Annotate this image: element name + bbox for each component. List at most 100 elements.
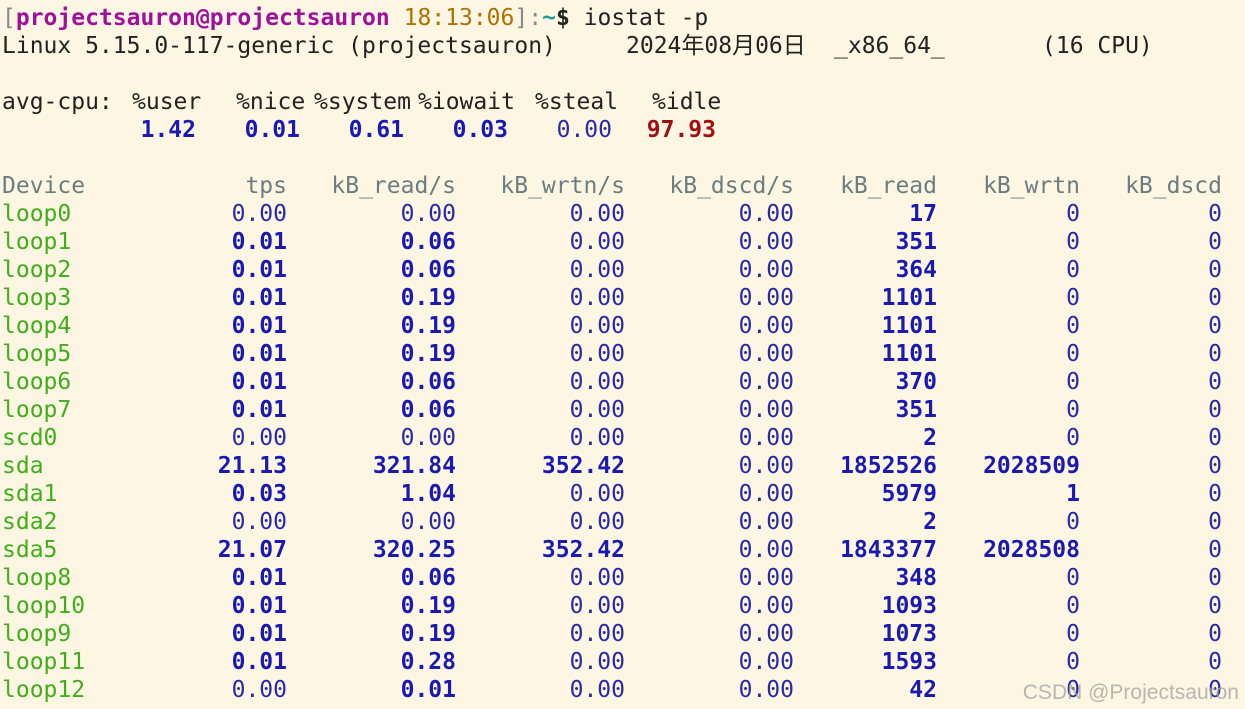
avg-cpu-values: 1.42 0.01 0.61 0.03 0.00 97.93 bbox=[2, 116, 1242, 144]
cell-kb-wrtn: 0 bbox=[1066, 369, 1080, 395]
prompt-dollar: $ bbox=[555, 5, 570, 31]
cell-kb-wrtn-s: 0.00 bbox=[569, 425, 625, 451]
sysinfo-line: Linux 5.15.0-117-generic (projectsauron)… bbox=[2, 32, 1242, 60]
cpu-iowait-value: 0.03 bbox=[452, 117, 508, 143]
architecture: _x86_64_ bbox=[834, 33, 945, 59]
cell-kb-dscd-s: 0.00 bbox=[738, 397, 794, 423]
cell-kb-read-s: 0.01 bbox=[400, 677, 456, 703]
cell-kb-wrtn: 0 bbox=[1066, 649, 1080, 675]
table-row: loop1 0.01 0.06 0.00 0.00 351 0 0 bbox=[2, 228, 1242, 256]
cell-kb-wrtn: 2028509 bbox=[983, 453, 1080, 479]
device-name: sda5 bbox=[2, 537, 58, 563]
column-header-kb-wrtn: kB_wrtn bbox=[983, 173, 1080, 199]
cell-kb-wrtn-s: 0.00 bbox=[569, 677, 625, 703]
cell-tps: 0.00 bbox=[231, 677, 287, 703]
cell-kb-dscd-s: 0.00 bbox=[738, 229, 794, 255]
device-name: sda bbox=[2, 453, 44, 479]
cell-kb-dscd: 0 bbox=[1208, 453, 1222, 479]
cell-kb-read: 17 bbox=[909, 201, 937, 227]
terminal-window[interactable]: [projectsauron@projectsauron 18:13:06]:~… bbox=[0, 0, 1245, 709]
cell-kb-dscd-s: 0.00 bbox=[738, 285, 794, 311]
cell-kb-read: 351 bbox=[895, 229, 937, 255]
column-header-kb-wrtn-s: kB_wrtn/s bbox=[500, 173, 625, 199]
cell-tps: 0.01 bbox=[231, 313, 287, 339]
avg-cpu-header-cell: %iowait bbox=[418, 89, 515, 115]
cell-kb-wrtn: 0 bbox=[1066, 229, 1080, 255]
cell-kb-wrtn: 0 bbox=[1066, 397, 1080, 423]
avg-cpu-label: avg-cpu: bbox=[2, 89, 113, 115]
table-row: sda1 0.03 1.04 0.00 0.00 5979 1 0 bbox=[2, 480, 1242, 508]
cell-kb-dscd-s: 0.00 bbox=[738, 565, 794, 591]
cell-kb-dscd-s: 0.00 bbox=[738, 481, 794, 507]
cell-kb-dscd: 0 bbox=[1208, 509, 1222, 535]
cell-kb-wrtn: 0 bbox=[1066, 509, 1080, 535]
cell-tps: 0.01 bbox=[231, 649, 287, 675]
cell-kb-wrtn: 0 bbox=[1066, 341, 1080, 367]
cpu-count: (16 CPU) bbox=[1042, 33, 1153, 59]
cell-kb-dscd: 0 bbox=[1208, 257, 1222, 283]
cell-kb-dscd: 0 bbox=[1208, 229, 1222, 255]
cell-kb-read-s: 0.19 bbox=[400, 341, 456, 367]
cell-kb-dscd-s: 0.00 bbox=[738, 621, 794, 647]
cell-kb-dscd-s: 0.00 bbox=[738, 201, 794, 227]
device-name: loop5 bbox=[2, 341, 72, 367]
cell-kb-dscd-s: 0.00 bbox=[738, 593, 794, 619]
cell-kb-wrtn: 0 bbox=[1066, 201, 1080, 227]
cell-kb-read-s: 0.06 bbox=[400, 229, 456, 255]
avg-cpu-header-cell: %idle bbox=[652, 89, 722, 115]
column-header-kb-dscd: kB_dscd bbox=[1125, 173, 1222, 199]
cell-kb-wrtn: 0 bbox=[1066, 313, 1080, 339]
prompt-time: 18:13:06 bbox=[403, 5, 515, 31]
cell-kb-dscd-s: 0.00 bbox=[738, 677, 794, 703]
device-name: loop10 bbox=[2, 593, 86, 619]
cell-kb-read-s: 0.06 bbox=[400, 565, 456, 591]
cell-kb-dscd: 0 bbox=[1208, 397, 1222, 423]
table-row: loop3 0.01 0.19 0.00 0.00 1101 0 0 bbox=[2, 284, 1242, 312]
cell-kb-read: 370 bbox=[895, 369, 937, 395]
cpu-idle-value: 97.93 bbox=[646, 117, 716, 143]
cpu-nice-value: 0.01 bbox=[244, 117, 300, 143]
device-name: loop8 bbox=[2, 565, 72, 591]
cell-kb-wrtn: 0 bbox=[1066, 593, 1080, 619]
cell-kb-read-s: 0.28 bbox=[400, 649, 456, 675]
avg-cpu-header-cell: %system bbox=[314, 89, 411, 115]
prompt-close-bracket: ]: bbox=[514, 5, 543, 31]
cell-tps: 0.01 bbox=[231, 257, 287, 283]
cell-kb-read: 348 bbox=[895, 565, 937, 591]
device-name: scd0 bbox=[2, 425, 58, 451]
device-name: sda1 bbox=[2, 481, 58, 507]
cell-tps: 0.01 bbox=[231, 593, 287, 619]
cell-tps: 21.13 bbox=[217, 453, 287, 479]
cell-kb-read-s: 0.06 bbox=[400, 369, 456, 395]
cell-kb-read-s: 0.06 bbox=[400, 257, 456, 283]
cell-kb-read-s: 320.25 bbox=[372, 537, 456, 563]
cell-kb-wrtn-s: 0.00 bbox=[569, 229, 625, 255]
avg-cpu-header-cell: %steal bbox=[535, 89, 619, 115]
cell-kb-wrtn-s: 0.00 bbox=[569, 509, 625, 535]
cell-kb-read-s: 0.00 bbox=[400, 509, 456, 535]
column-header-kb-read: kB_read bbox=[840, 173, 937, 199]
device-name: loop4 bbox=[2, 313, 72, 339]
cell-kb-read: 1852526 bbox=[840, 453, 937, 479]
column-header-tps: tps bbox=[245, 173, 287, 199]
avg-cpu-header-cell: %nice bbox=[236, 89, 306, 115]
cell-kb-dscd-s: 0.00 bbox=[738, 537, 794, 563]
cell-kb-wrtn-s: 0.00 bbox=[569, 257, 625, 283]
cell-kb-wrtn-s: 0.00 bbox=[569, 369, 625, 395]
cell-tps: 21.07 bbox=[217, 537, 287, 563]
cell-kb-dscd: 0 bbox=[1208, 593, 1222, 619]
cell-kb-read-s: 0.19 bbox=[400, 285, 456, 311]
cell-kb-read: 1101 bbox=[881, 341, 937, 367]
cell-kb-wrtn-s: 0.00 bbox=[569, 481, 625, 507]
command-text: iostat -p bbox=[583, 5, 709, 31]
cell-kb-read: 1101 bbox=[881, 285, 937, 311]
cell-kb-dscd: 0 bbox=[1208, 341, 1222, 367]
cell-kb-read: 1843377 bbox=[840, 537, 937, 563]
cell-kb-read: 351 bbox=[895, 397, 937, 423]
column-header-device: Device bbox=[2, 173, 86, 199]
table-row: loop7 0.01 0.06 0.00 0.00 351 0 0 bbox=[2, 396, 1242, 424]
cell-kb-dscd: 0 bbox=[1208, 481, 1222, 507]
cell-kb-dscd: 0 bbox=[1208, 313, 1222, 339]
cpu-user-value: 1.42 bbox=[140, 117, 196, 143]
table-row: loop10 0.01 0.19 0.00 0.00 1093 0 0 bbox=[2, 592, 1242, 620]
